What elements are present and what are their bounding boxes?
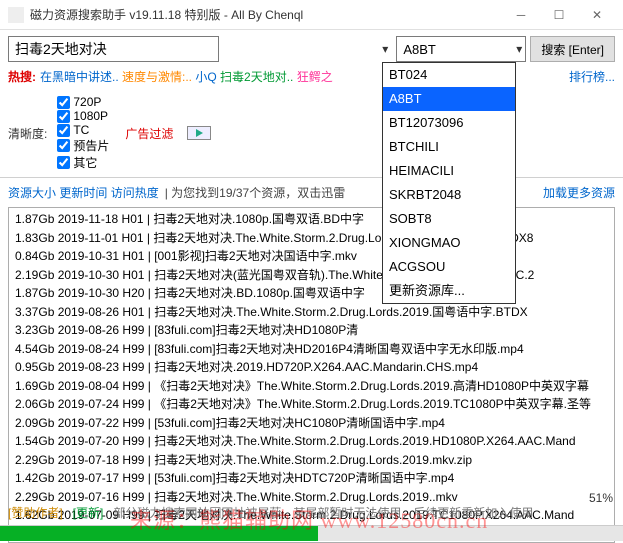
hot-link[interactable]: 扫毒2天地对..	[220, 70, 297, 84]
clarity-checkbox[interactable]	[57, 139, 70, 152]
search-input[interactable]	[8, 36, 219, 62]
source-dropdown-icon[interactable]: ▾	[516, 42, 522, 56]
clarity-option[interactable]: 1080P	[57, 109, 109, 123]
progress-bar	[0, 525, 623, 541]
result-row[interactable]: 1.54Gb 2019-07-20 H99 | 扫毒2天地对决.The.Whit…	[9, 432, 614, 451]
dropdown-item[interactable]: BTCHILI	[383, 135, 515, 159]
dropdown-item[interactable]: A8BT	[383, 87, 515, 111]
result-row[interactable]: 1.87Gb 2019-11-18 H01 | 扫毒2天地对决.1080p.国粤…	[9, 210, 614, 229]
ad-filter-label[interactable]: 广告过滤	[125, 125, 173, 142]
result-row[interactable]: 2.06Gb 2019-07-24 H99 | 《扫毒2天地对决》The.Whi…	[9, 395, 614, 414]
footer-note: 部分磁力搜索网站因网址被屏蔽，某尾部暂时无法使用，后续更新重新加入使用	[113, 504, 533, 521]
search-dropdown-icon[interactable]: ▾	[382, 42, 388, 56]
sort-link[interactable]: 更新时间	[59, 186, 107, 200]
hot-label: 热搜:	[8, 68, 36, 85]
result-row[interactable]: 0.84Gb 2019-10-31 H01 | [001影视]扫毒2天地对决国语…	[9, 247, 614, 266]
close-button[interactable]: ✕	[579, 3, 615, 27]
result-row[interactable]: 2.09Gb 2019-07-22 H99 | [53fuli.com]扫毒2天…	[9, 414, 614, 433]
result-row[interactable]: 1.87Gb 2019-10-30 H20 | 扫毒2天地对决.BD.1080p…	[9, 284, 614, 303]
result-row[interactable]: 2.19Gb 2019-10-30 H01 | 扫毒2天地对决(蓝光国粤双音轨)…	[9, 266, 614, 285]
progress-fill	[0, 526, 318, 541]
dropdown-item[interactable]: HEIMACILI	[383, 159, 515, 183]
play-icon[interactable]	[187, 126, 211, 140]
dropdown-item[interactable]: BT12073096	[383, 111, 515, 135]
result-row[interactable]: 1.83Gb 2019-11-01 H01 | 扫毒2天地对决.The.Whit…	[9, 229, 614, 248]
clarity-checkbox[interactable]	[57, 124, 70, 137]
donate-link[interactable]: [赞助作者]	[8, 504, 63, 521]
clarity-label: 清晰度:	[8, 125, 47, 142]
clarity-option[interactable]: 其它	[57, 154, 109, 171]
result-stats: | 为您找到19/37个资源，双击迅雷	[165, 184, 345, 201]
clarity-checkbox[interactable]	[57, 96, 70, 109]
clarity-text: 其它	[73, 154, 97, 171]
load-more-link[interactable]: 加载更多资源	[543, 184, 615, 201]
update-link[interactable]: [更新]	[73, 504, 104, 521]
result-row[interactable]: 1.42Gb 2019-07-17 H99 | [53fuli.com]扫毒2天…	[9, 469, 614, 488]
results-list: 1.87Gb 2019-11-18 H01 | 扫毒2天地对决.1080p.国粤…	[8, 207, 615, 543]
clarity-text: TC	[73, 123, 89, 137]
clarity-option[interactable]: TC	[57, 123, 109, 137]
clarity-option[interactable]: 预告片	[57, 137, 109, 154]
clarity-option[interactable]: 720P	[57, 95, 109, 109]
dropdown-item[interactable]: SKRBT2048	[383, 183, 515, 207]
clarity-checkbox[interactable]	[57, 156, 70, 169]
rank-link[interactable]: 排行榜...	[569, 68, 615, 85]
dropdown-item[interactable]: ACGSOU	[383, 255, 515, 279]
app-icon	[8, 7, 24, 23]
hot-link[interactable]: 小Q	[195, 70, 220, 84]
search-button[interactable]: 搜索 [Enter]	[530, 36, 615, 62]
result-row[interactable]: 2.29Gb 2019-07-18 H99 | 扫毒2天地对决.The.Whit…	[9, 451, 614, 470]
result-row[interactable]: 0.95Gb 2019-08-23 H99 | 扫毒2天地对决.2019.HD7…	[9, 358, 614, 377]
dropdown-item[interactable]: 更新资源库...	[383, 279, 515, 303]
minimize-button[interactable]: ─	[503, 3, 539, 27]
source-dropdown-list: BT024A8BTBT12073096BTCHILIHEIMACILISKRBT…	[382, 62, 516, 304]
sort-link[interactable]: 访问热度	[111, 186, 159, 200]
clarity-checkbox[interactable]	[57, 110, 70, 123]
dropdown-item[interactable]: SOBT8	[383, 207, 515, 231]
hot-link[interactable]: 狂鳄之	[297, 70, 333, 84]
dropdown-item[interactable]: XIONGMAO	[383, 231, 515, 255]
clarity-text: 1080P	[73, 109, 108, 123]
sort-link[interactable]: 资源大小	[8, 186, 56, 200]
maximize-button[interactable]: ☐	[541, 3, 577, 27]
clarity-text: 预告片	[73, 137, 109, 154]
clarity-text: 720P	[73, 95, 101, 109]
window-title: 磁力资源搜索助手 v19.11.18 特别版 - All By Chenql	[30, 6, 503, 23]
hot-link[interactable]: 在黑暗中讲述..	[40, 70, 122, 84]
hot-link[interactable]: 速度与激情:..	[122, 70, 195, 84]
result-row[interactable]: 3.37Gb 2019-08-26 H01 | 扫毒2天地对决.The.Whit…	[9, 303, 614, 322]
result-row[interactable]: 4.54Gb 2019-08-24 H99 | [83fuli.com]扫毒2天…	[9, 340, 614, 359]
result-row[interactable]: 1.69Gb 2019-08-04 H99 | 《扫毒2天地对决》The.Whi…	[9, 377, 614, 396]
dropdown-item[interactable]: BT024	[383, 63, 515, 87]
source-select[interactable]	[396, 36, 526, 62]
result-row[interactable]: 3.23Gb 2019-08-26 H99 | [83fuli.com]扫毒2天…	[9, 321, 614, 340]
